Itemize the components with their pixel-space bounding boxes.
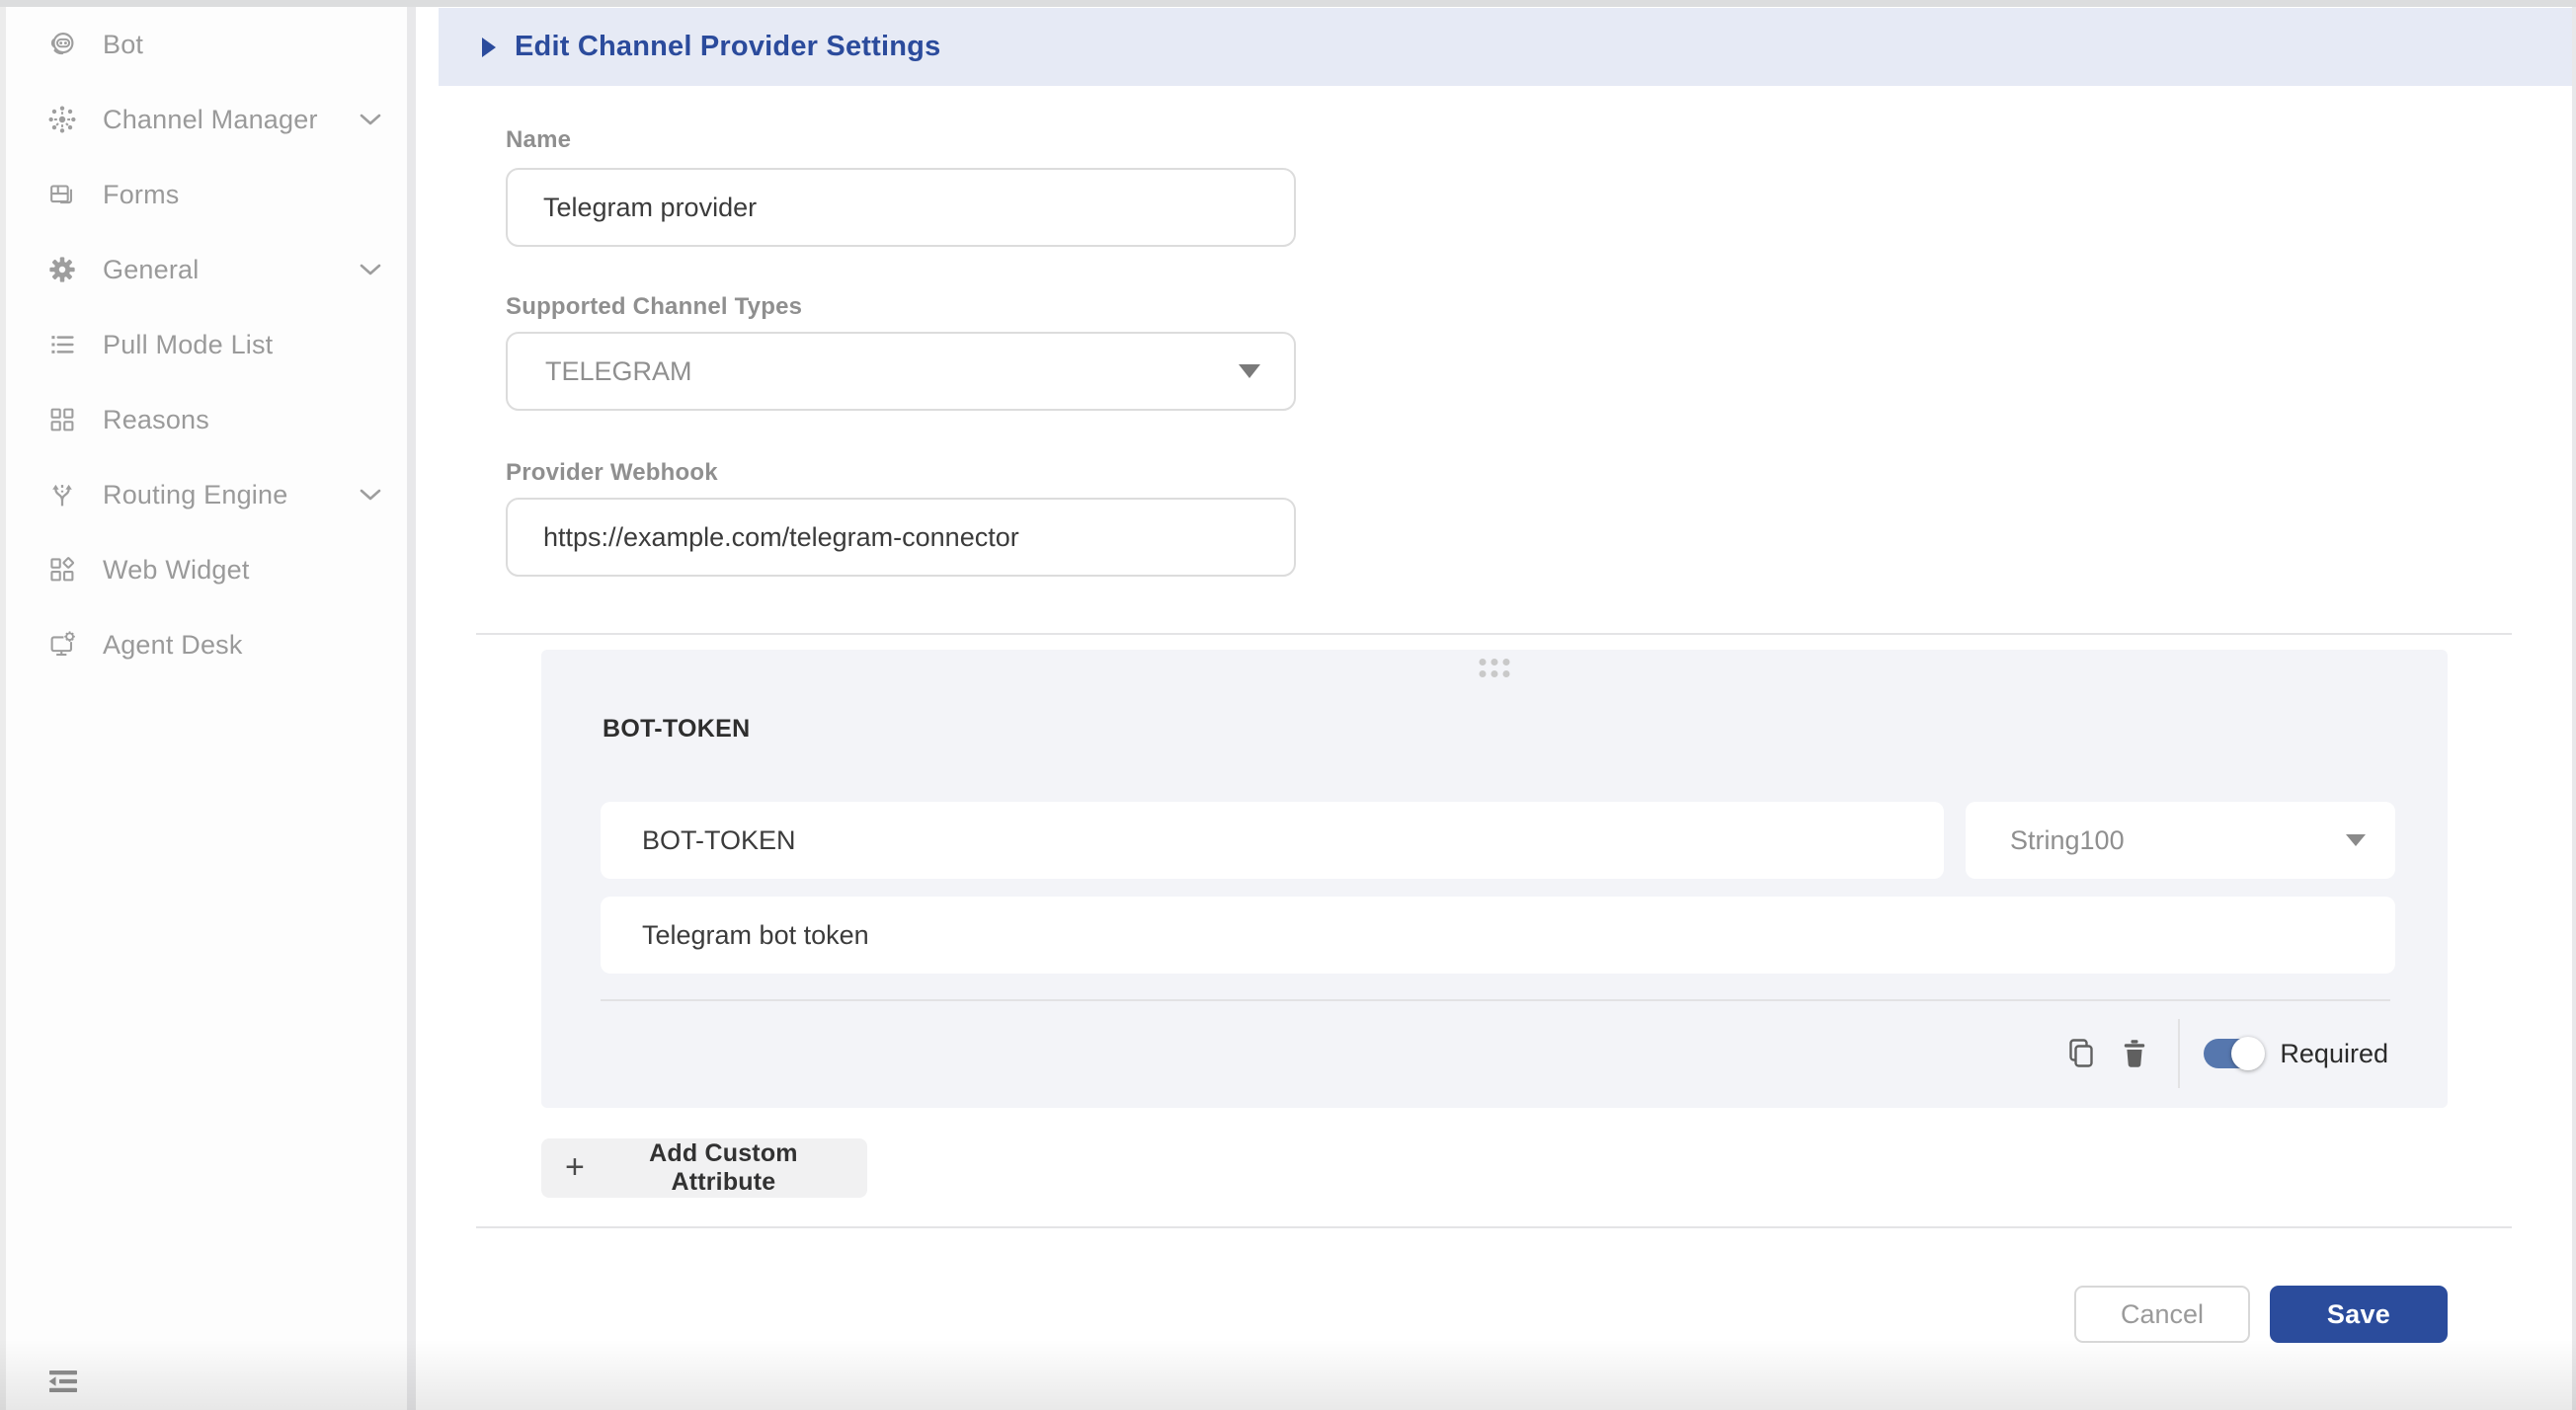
name-label: Name: [506, 126, 571, 154]
app-window: Bot Channel Manager: [0, 0, 2576, 1410]
channel-types-select[interactable]: TELEGRAM: [506, 332, 1296, 411]
sidebar-item-label: Forms: [103, 180, 180, 210]
chevron-down-icon: [360, 263, 381, 276]
section-arrow-icon[interactable]: [482, 38, 496, 57]
sidebar-item-label: Channel Manager: [103, 105, 318, 135]
save-button[interactable]: Save: [2270, 1286, 2448, 1343]
add-custom-attribute-button[interactable]: + Add Custom Attribute: [541, 1138, 867, 1198]
sidebar: Bot Channel Manager: [6, 7, 407, 1410]
footer-divider: [476, 1226, 2512, 1228]
required-toggle[interactable]: [2204, 1039, 2263, 1068]
forms-icon: [45, 178, 79, 211]
sidebar-item-agent-desk[interactable]: Agent Desk: [6, 607, 407, 682]
drag-handle-icon[interactable]: [1480, 659, 1510, 677]
channel-types-value: TELEGRAM: [545, 356, 692, 387]
cancel-button[interactable]: Cancel: [2074, 1286, 2250, 1343]
sidebar-item-label: Reasons: [103, 405, 209, 435]
sidebar-item-label: Routing Engine: [103, 480, 287, 510]
sidebar-item-forms[interactable]: Forms: [6, 157, 407, 232]
attribute-name-row: String100: [601, 802, 2395, 879]
channel-types-label: Supported Channel Types: [506, 293, 802, 321]
copy-attribute-button[interactable]: [2065, 1037, 2095, 1070]
sidebar-item-channel-manager[interactable]: Channel Manager: [6, 82, 407, 157]
collapse-sidebar-icon[interactable]: [44, 1368, 84, 1399]
attribute-name-input[interactable]: [601, 802, 1944, 879]
toggle-knob: [2231, 1037, 2265, 1070]
sidebar-item-label: Bot: [103, 30, 143, 60]
card-divider: [601, 999, 2390, 1001]
trash-icon: [2121, 1038, 2148, 1069]
attribute-description-input[interactable]: [601, 897, 2395, 974]
copy-icon: [2065, 1037, 2095, 1070]
plus-icon: +: [565, 1150, 585, 1184]
sidebar-item-label: Pull Mode List: [103, 330, 273, 360]
sidebar-item-label: Web Widget: [103, 555, 250, 586]
attribute-type-value: String100: [2010, 825, 2125, 856]
custom-attribute-card: BOT-TOKEN String100: [541, 650, 2448, 1108]
section-divider: [476, 633, 2512, 635]
page-title: Edit Channel Provider Settings: [515, 31, 940, 63]
webhook-label: Provider Webhook: [506, 459, 718, 487]
list-icon: [45, 328, 79, 361]
dropdown-caret-icon: [2346, 834, 2366, 846]
attribute-card-title: BOT-TOKEN: [603, 715, 750, 744]
chevron-down-icon: [360, 113, 381, 126]
dropdown-caret-icon: [1239, 364, 1260, 378]
add-custom-attribute-label: Add Custom Attribute: [604, 1139, 844, 1197]
attribute-type-select[interactable]: String100: [1966, 802, 2395, 879]
routing-icon: [45, 478, 79, 511]
sidebar-item-general[interactable]: General: [6, 232, 407, 307]
attribute-description-row: [601, 897, 2395, 974]
sidebar-item-bot[interactable]: Bot: [6, 7, 407, 82]
webhook-input[interactable]: [506, 498, 1296, 577]
required-label: Required: [2280, 1039, 2388, 1069]
hub-icon: [45, 103, 79, 136]
chevron-down-icon: [360, 488, 381, 502]
sidebar-item-reasons[interactable]: Reasons: [6, 382, 407, 457]
sidebar-item-web-widget[interactable]: Web Widget: [6, 532, 407, 607]
main-scrollbar-track: [2572, 7, 2576, 1410]
desk-icon: [45, 628, 79, 662]
attribute-actions: Required: [2065, 1019, 2388, 1088]
window-top-edge: [0, 0, 2576, 7]
sidebar-item-label: General: [103, 255, 199, 285]
sidebar-item-pull-mode-list[interactable]: Pull Mode List: [6, 307, 407, 382]
sidebar-item-routing-engine[interactable]: Routing Engine: [6, 457, 407, 532]
bot-icon: [45, 28, 79, 61]
actions-divider: [2178, 1019, 2180, 1088]
sidebar-scrollbar-track: [407, 7, 416, 1410]
name-input[interactable]: [506, 168, 1296, 247]
page-header: Edit Channel Provider Settings: [439, 8, 2572, 86]
sidebar-item-label: Agent Desk: [103, 630, 243, 661]
grid-icon: [45, 403, 79, 436]
gear-icon: [45, 253, 79, 286]
widget-icon: [45, 553, 79, 587]
delete-attribute-button[interactable]: [2121, 1038, 2148, 1069]
